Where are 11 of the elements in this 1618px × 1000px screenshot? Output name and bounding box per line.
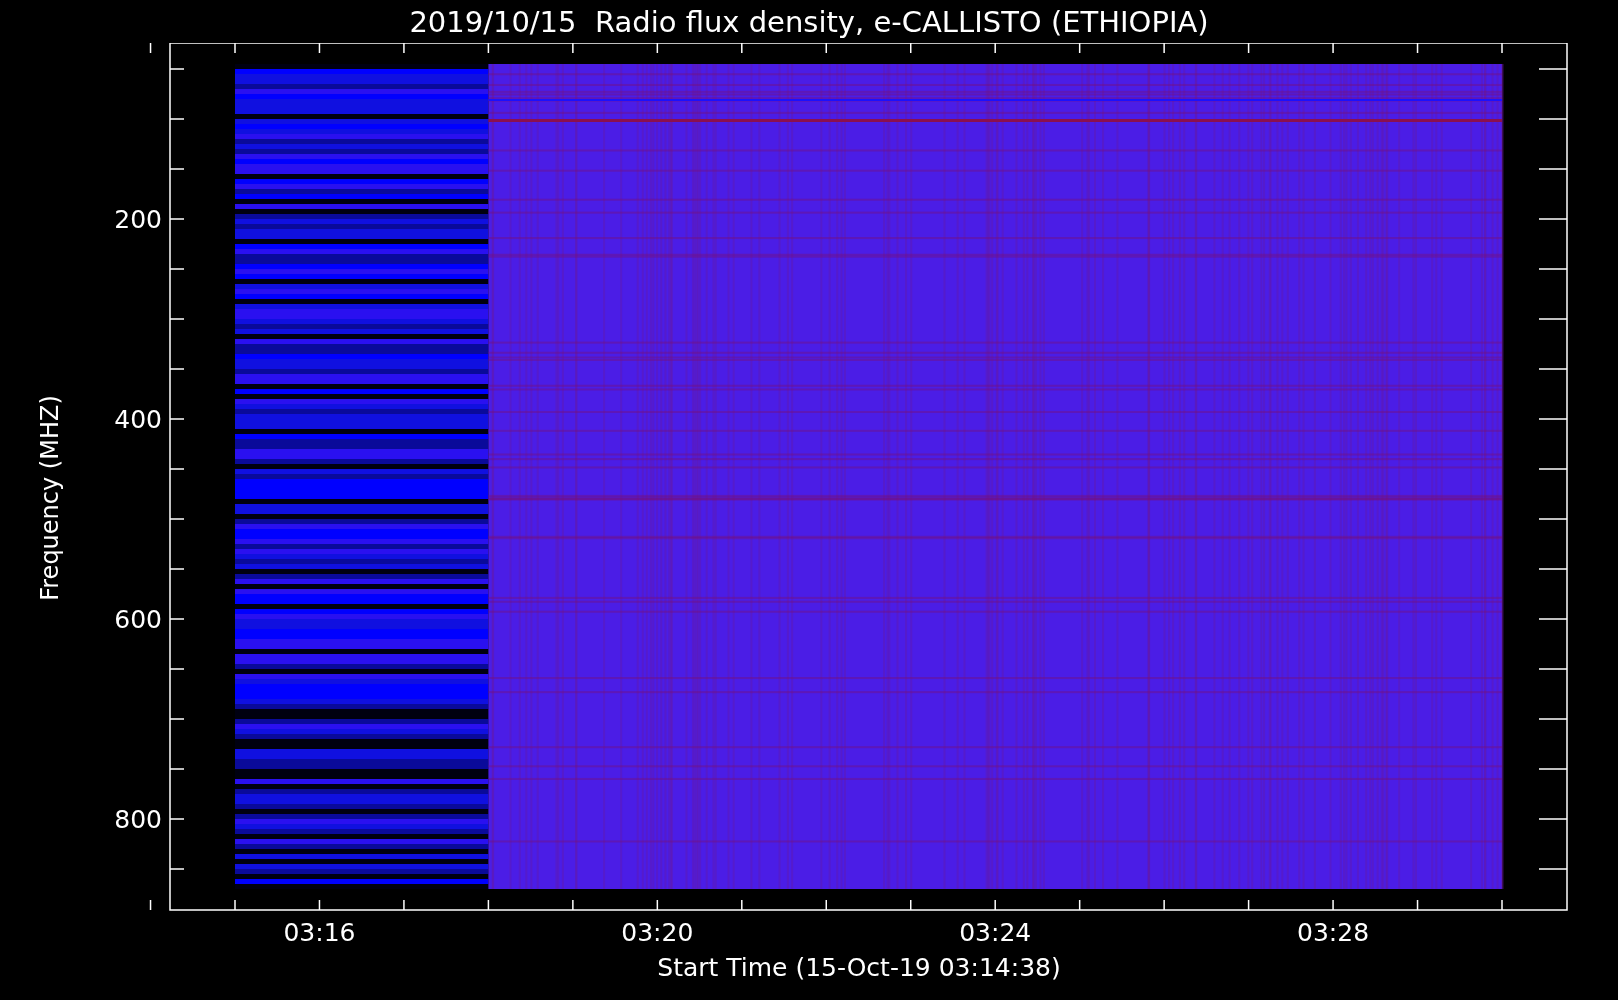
x-tick-label: 03:16	[283, 918, 356, 947]
x-tick-label: 03:24	[959, 918, 1032, 947]
y-tick-label: 200	[114, 205, 162, 234]
x-axis-title: Start Time (15-Oct-19 03:14:38)	[656, 953, 1062, 983]
y-tick-label: 600	[114, 605, 162, 634]
chart-title: 2019/10/15 Radio flux density, e-CALLISTO (ETHIOPIA)	[408, 3, 1210, 41]
y-tick-label: 400	[114, 405, 162, 434]
x-tick-label: 03:28	[1297, 918, 1370, 947]
x-tick-label: 03:20	[621, 918, 694, 947]
y-tick-label: 800	[114, 805, 162, 834]
y-axis-title: Frequency (MHZ)	[36, 395, 64, 601]
